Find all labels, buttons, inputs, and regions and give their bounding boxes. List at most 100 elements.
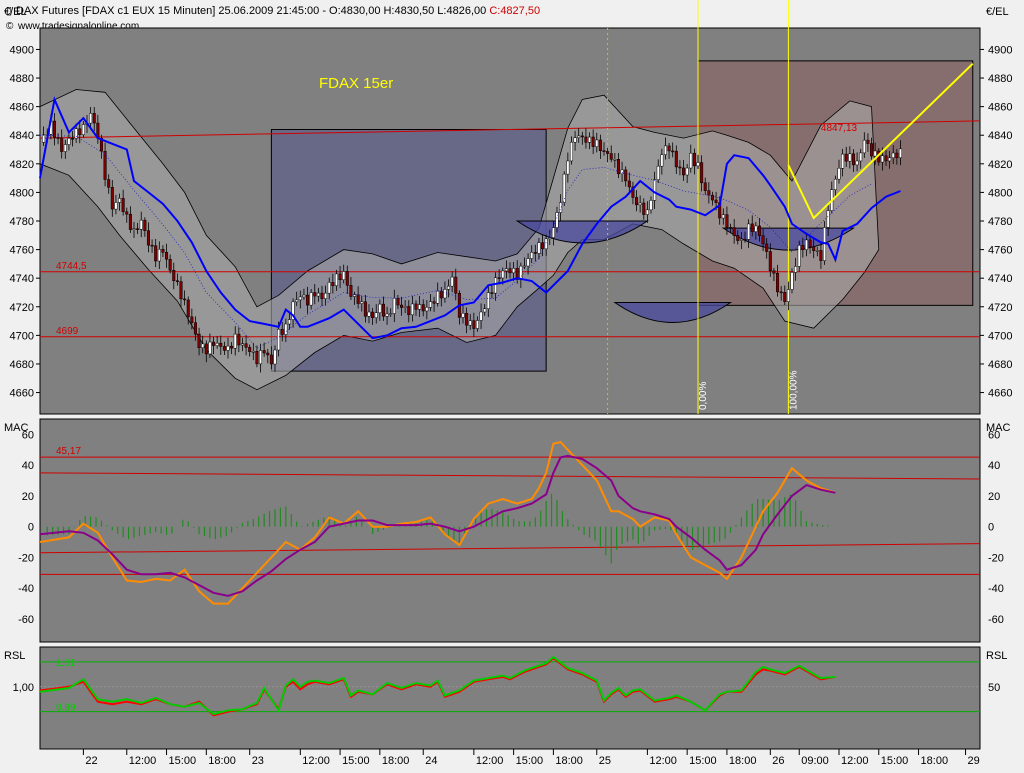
candle-body — [78, 128, 82, 135]
candle-body — [761, 235, 765, 245]
candle-body — [52, 120, 56, 138]
candle-body — [725, 214, 729, 228]
candle-body — [490, 292, 494, 294]
rsl-label-right: RSL — [986, 650, 1007, 662]
x-tick-label: 15:00 — [881, 755, 909, 767]
x-tick-label: 12:00 — [476, 755, 504, 767]
price-tick-label-right: 4800 — [988, 187, 1012, 199]
candle-body — [530, 252, 534, 259]
candle-body — [251, 351, 255, 353]
candle-body — [136, 228, 140, 230]
rsl-panel[interactable]: RSL RSL 1,01 0,99 1,00 50 — [4, 646, 1007, 750]
candle-body — [848, 153, 852, 162]
candle-body — [580, 135, 584, 138]
candle-body — [501, 270, 505, 279]
x-tick-label: 23 — [252, 755, 264, 767]
candle-body — [772, 270, 776, 274]
candle-body — [584, 136, 588, 143]
price-tick-label-left: 4760 — [10, 245, 34, 257]
candle-body — [671, 150, 675, 153]
price-tick-label-right: 4860 — [988, 102, 1012, 114]
candle-body — [866, 139, 870, 144]
candle-body — [494, 277, 498, 294]
candle-body — [743, 238, 747, 241]
rsl-tick-right: 50 — [988, 682, 1000, 694]
candle-body — [219, 342, 223, 347]
candle-body — [812, 246, 816, 251]
candle-body — [747, 223, 751, 240]
x-tick-label: 18:00 — [921, 755, 949, 767]
candle-body — [790, 272, 794, 290]
x-tick-label: 25 — [599, 755, 611, 767]
price-tick-label-left: 4880 — [10, 73, 34, 85]
candle-body — [403, 306, 407, 308]
rsl-tick-left: 1,00 — [13, 682, 34, 694]
candle-body — [508, 268, 512, 274]
price-tick-label-left: 4740 — [10, 273, 34, 285]
candle-body — [356, 294, 360, 304]
candle-body — [660, 154, 664, 167]
rsl-band-label-2: 0,99 — [56, 703, 76, 714]
macd-tick-label-right: 40 — [988, 460, 1000, 472]
candle-body — [107, 179, 111, 188]
candle-body — [844, 153, 848, 162]
chart-svg[interactable]: ▯ DAX Futures [FDAX c1 EUX 15 Minuten] 2… — [0, 0, 1024, 768]
candle-body — [591, 136, 595, 147]
macd-panel[interactable]: MAC MAC45,1760 6040 4020 200 0-20 -20-40 -40-60… — [4, 418, 1011, 643]
x-tick-label: 26 — [772, 755, 784, 767]
candle-body — [613, 159, 617, 161]
candle-body — [692, 152, 696, 167]
price-tick-label-right: 4760 — [988, 245, 1012, 257]
candle-body — [327, 282, 331, 294]
candle-body — [240, 343, 244, 346]
candle-body — [193, 322, 197, 335]
candle-body — [873, 150, 877, 157]
annotation-title: FDAX 15er — [319, 75, 393, 92]
candle-body — [201, 343, 205, 348]
candle-body — [862, 139, 866, 154]
candle-body — [418, 304, 422, 310]
price-panel[interactable]: €/EL €/EL 4847,13 4744,5 4699 0,00% 100,00% 490… — [4, 0, 1012, 415]
candle-body — [855, 160, 859, 166]
candle-body — [598, 139, 602, 151]
x-tick-label: 18:00 — [555, 755, 583, 767]
candle-body — [754, 225, 758, 232]
candle-body — [226, 345, 230, 351]
candle-body — [349, 285, 353, 297]
candle-body — [707, 190, 711, 196]
candle-body — [703, 182, 707, 191]
x-tick-label: 09:00 — [801, 755, 829, 767]
price-unit-label-left: €/EL — [4, 6, 27, 18]
candle-body — [468, 320, 472, 326]
candle-body — [150, 244, 154, 247]
candle-body — [269, 354, 273, 365]
candle-body — [306, 294, 310, 306]
rsl-label-left: RSL — [4, 650, 25, 662]
candle-body — [428, 301, 432, 308]
x-tick-label: 15:00 — [169, 755, 197, 767]
candle-body — [443, 289, 447, 299]
x-tick-label: 24 — [425, 755, 437, 767]
candle-body — [656, 165, 660, 180]
candle-body — [461, 313, 465, 318]
candle-body — [168, 258, 172, 271]
candle-body — [255, 351, 259, 365]
candle-body — [526, 258, 530, 267]
candle-body — [880, 155, 884, 163]
trading-chart[interactable]: ▯ DAX Futures [FDAX c1 EUX 15 Minuten] 2… — [0, 0, 1024, 768]
candle-body — [454, 276, 458, 294]
candle-body — [486, 292, 490, 309]
candle-body — [757, 225, 761, 236]
price-tick-label-right: 4720 — [988, 302, 1012, 314]
candle-body — [685, 167, 689, 176]
candle-body — [700, 162, 704, 184]
candle-body — [696, 162, 700, 167]
fib-label-1: 0,00% — [698, 382, 709, 410]
candle-body — [638, 202, 642, 206]
candle-body — [566, 160, 570, 175]
candle-body — [190, 316, 194, 323]
candle-body — [682, 167, 686, 176]
candle-body — [537, 242, 541, 254]
candle-body — [689, 152, 693, 169]
copyright-icon: © — [6, 21, 14, 32]
